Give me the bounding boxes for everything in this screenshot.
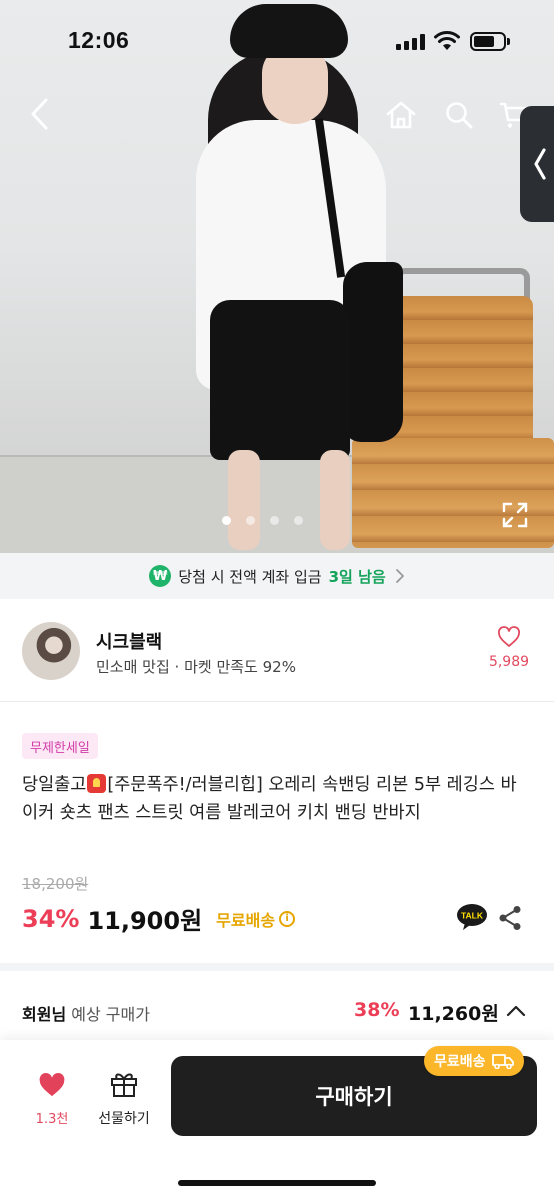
gift-label: 선물하기 — [98, 1111, 150, 1127]
gift-button[interactable]: 선물하기 — [90, 1070, 158, 1128]
status-time: 12:06 — [68, 27, 130, 53]
sale-price: 11,900원 — [87, 907, 203, 935]
heart-icon — [39, 1073, 65, 1097]
home-indicator — [178, 1180, 376, 1186]
expand-icon[interactable] — [500, 500, 530, 530]
seller-section[interactable]: 시크블랙 민소매 맛집 · 마켓 만족도 92% 5,989 — [0, 600, 554, 702]
model-leg — [320, 450, 350, 550]
free-shipping-info[interactable]: 무료배송 i — [216, 907, 296, 931]
kakao-talk-button[interactable]: TALK — [456, 903, 488, 931]
status-bar: 12:06 — [0, 0, 554, 80]
price-row: 34% 11,900원 무료배송 i — [22, 901, 296, 936]
seller-like-button[interactable]: 5,989 — [486, 626, 532, 670]
seller-name[interactable]: 시크블랙 — [96, 628, 162, 654]
seller-avatar[interactable] — [22, 622, 80, 680]
expand-toggle[interactable] — [504, 999, 528, 1023]
notice-text: 당첨 시 전액 계좌 입금 — [178, 567, 322, 586]
carousel-dot[interactable] — [294, 516, 303, 525]
back-button[interactable] — [20, 94, 60, 134]
product-title: 당일출고 [주문폭주!/러블리힙] 오레리 속밴딩 리본 5부 레깅스 바이커 숏… — [22, 771, 532, 827]
info-icon: i — [279, 910, 296, 927]
free-shipping-tag: 무료배송 — [424, 1046, 524, 1076]
original-price: 18,200원 — [22, 875, 89, 893]
talk-icon: TALK — [457, 904, 487, 930]
model-bag — [343, 262, 403, 442]
member-price: 11,260원 — [408, 1003, 499, 1025]
share-icon — [499, 906, 521, 930]
heart-outline-icon — [498, 626, 520, 647]
model-shorts — [210, 300, 350, 460]
chair-back — [388, 296, 533, 446]
seller-description: 민소매 맛집 · 마켓 만족도 92% — [96, 658, 296, 676]
bottom-action-bar: 1.3천 선물하기 구매하기 무료배송 — [0, 1040, 554, 1200]
member-price-label: 회원님 예상 구매가 — [22, 1001, 150, 1025]
truck-icon — [491, 1054, 514, 1069]
lottery-notice-bar[interactable]: ₩ 당첨 시 전액 계좌 입금 3일 남음 — [0, 553, 554, 599]
notice-days-left: 3일 남음 — [328, 567, 386, 586]
member-price-row[interactable]: 회원님 예상 구매가 38% 11,260원 — [0, 979, 554, 1043]
side-panel-tab[interactable] — [520, 106, 554, 222]
battery-icon — [470, 32, 510, 51]
share-button[interactable] — [498, 905, 522, 931]
carousel-dot[interactable] — [270, 516, 279, 525]
like-count: 1.3천 — [35, 1112, 69, 1127]
chevron-left-icon — [534, 148, 546, 180]
chevron-right-icon — [395, 569, 404, 583]
chevron-left-icon — [31, 98, 48, 130]
model-leg — [228, 450, 260, 550]
member-label-rest: 예상 구매가 — [66, 1005, 150, 1024]
won-icon: ₩ — [149, 565, 172, 587]
seller-like-count: 5,989 — [488, 654, 530, 670]
free-shipping-label: 무료배송 — [216, 910, 276, 930]
carousel-dot[interactable] — [222, 516, 231, 525]
chevron-up-icon — [506, 1005, 526, 1017]
siren-icon — [87, 774, 107, 793]
product-image[interactable] — [0, 0, 554, 553]
wifi-icon — [434, 30, 460, 52]
home-icon — [386, 101, 416, 129]
like-button[interactable]: 1.3천 — [24, 1072, 80, 1127]
carousel-dots — [222, 516, 303, 525]
search-button[interactable] — [438, 94, 480, 136]
search-icon — [446, 102, 473, 129]
home-button[interactable] — [380, 94, 422, 136]
title-prefix: 당일출고 — [22, 775, 87, 795]
chair-seat — [352, 438, 554, 548]
signal-icon — [396, 34, 426, 50]
sale-badge: 무제한세일 — [22, 733, 98, 759]
carousel-dot[interactable] — [246, 516, 255, 525]
discount-rate: 34% — [22, 904, 80, 933]
free-shipping-tag-label: 무료배송 — [434, 1054, 486, 1070]
gift-icon — [111, 1073, 137, 1097]
talk-label: TALK — [461, 911, 484, 921]
member-label-strong: 회원님 — [22, 1005, 67, 1024]
product-info: 무제한세일 당일출고 [주문폭주!/러블리힙] 오레리 속밴딩 리본 5부 레깅스… — [0, 703, 554, 971]
member-discount: 38% — [354, 999, 400, 1021]
